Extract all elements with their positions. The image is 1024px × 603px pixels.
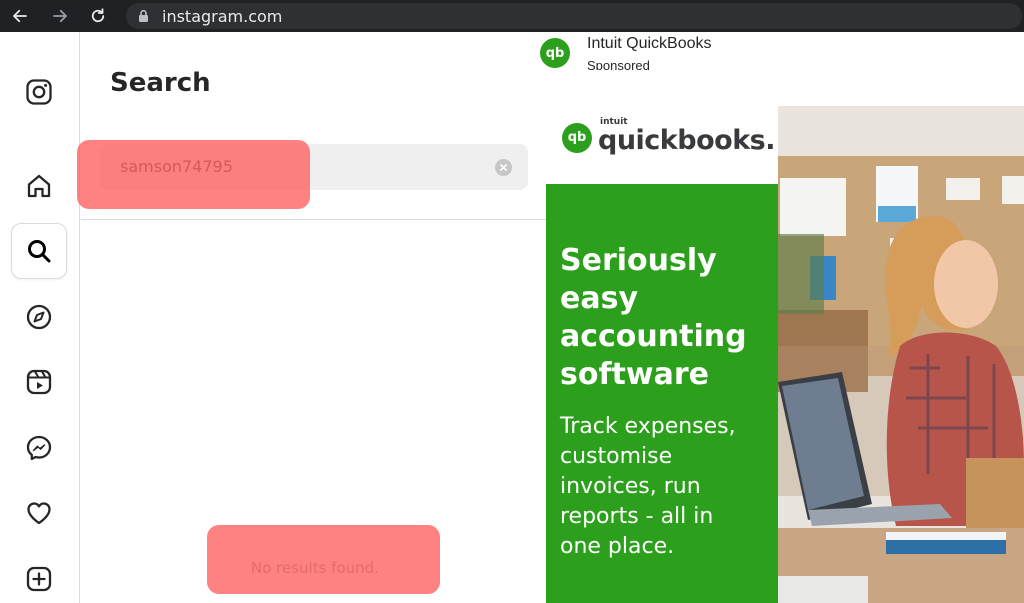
advertiser-name[interactable]: Intuit QuickBooks xyxy=(587,35,712,53)
reload-icon xyxy=(91,8,105,23)
back-button[interactable] xyxy=(8,4,32,28)
search-panel: Search samson74795 No results found. xyxy=(81,32,546,603)
search-divider xyxy=(81,219,546,220)
messenger-icon[interactable] xyxy=(11,420,67,476)
forward-button[interactable] xyxy=(48,4,72,28)
create-icon[interactable] xyxy=(11,551,67,603)
no-results-text: No results found. xyxy=(251,559,379,577)
ad-headline-line: easy xyxy=(560,281,639,316)
ad-body-line: customise xyxy=(560,444,673,469)
ad-photo-illustration xyxy=(778,106,1024,603)
reels-icon[interactable] xyxy=(11,354,67,410)
sponsored-label: Sponsored xyxy=(587,58,650,70)
search-title: Search xyxy=(110,68,211,98)
search-icon[interactable] xyxy=(11,223,67,279)
ad-headline: Seriously easy accounting software xyxy=(560,242,770,394)
ad-headline-line: Seriously xyxy=(560,243,717,278)
brand-intuit-text: intuit xyxy=(600,117,628,127)
ad-headline-line: software xyxy=(560,357,709,392)
clear-search-button[interactable] xyxy=(495,159,512,176)
ad-header: qb Intuit QuickBooks Sponsored xyxy=(540,32,1024,106)
quickbooks-logo: qb intuit quickbooks. xyxy=(562,117,775,154)
browser-toolbar: instagram.com xyxy=(0,0,1024,32)
advertiser-avatar[interactable]: qb xyxy=(540,38,570,68)
ad-logo-area: qb intuit quickbooks. xyxy=(546,106,778,184)
close-icon xyxy=(499,163,508,172)
arrow-left-icon xyxy=(13,9,27,23)
arrow-right-icon xyxy=(53,9,67,23)
heart-icon[interactable] xyxy=(11,485,67,541)
quickbooks-badge-icon: qb xyxy=(562,122,592,153)
left-nav-rail xyxy=(0,32,80,603)
ad-creative[interactable]: qb intuit quickbooks. Seriously easy acc… xyxy=(546,106,1024,603)
ad-photo xyxy=(778,106,1024,603)
url-text: instagram.com xyxy=(162,7,283,26)
search-input-value: samson74795 xyxy=(120,157,233,176)
ad-body-line: Track expenses, xyxy=(560,414,736,439)
address-bar[interactable]: instagram.com xyxy=(126,3,1022,29)
instagram-logo-icon[interactable] xyxy=(11,64,67,120)
ad-body-line: invoices, run xyxy=(560,474,701,499)
ad-body-text: Track expenses, customise invoices, run … xyxy=(560,412,770,562)
ad-headline-line: accounting xyxy=(560,319,747,354)
search-input[interactable]: samson74795 xyxy=(100,144,528,190)
ad-body-line: reports - all in xyxy=(560,504,714,529)
explore-icon[interactable] xyxy=(11,289,67,345)
ad-copy-panel: Seriously easy accounting software Track… xyxy=(546,184,778,603)
ad-body-line: one place. xyxy=(560,534,675,559)
home-icon[interactable] xyxy=(11,158,67,214)
lock-icon xyxy=(138,9,149,28)
reload-button[interactable] xyxy=(86,4,110,28)
